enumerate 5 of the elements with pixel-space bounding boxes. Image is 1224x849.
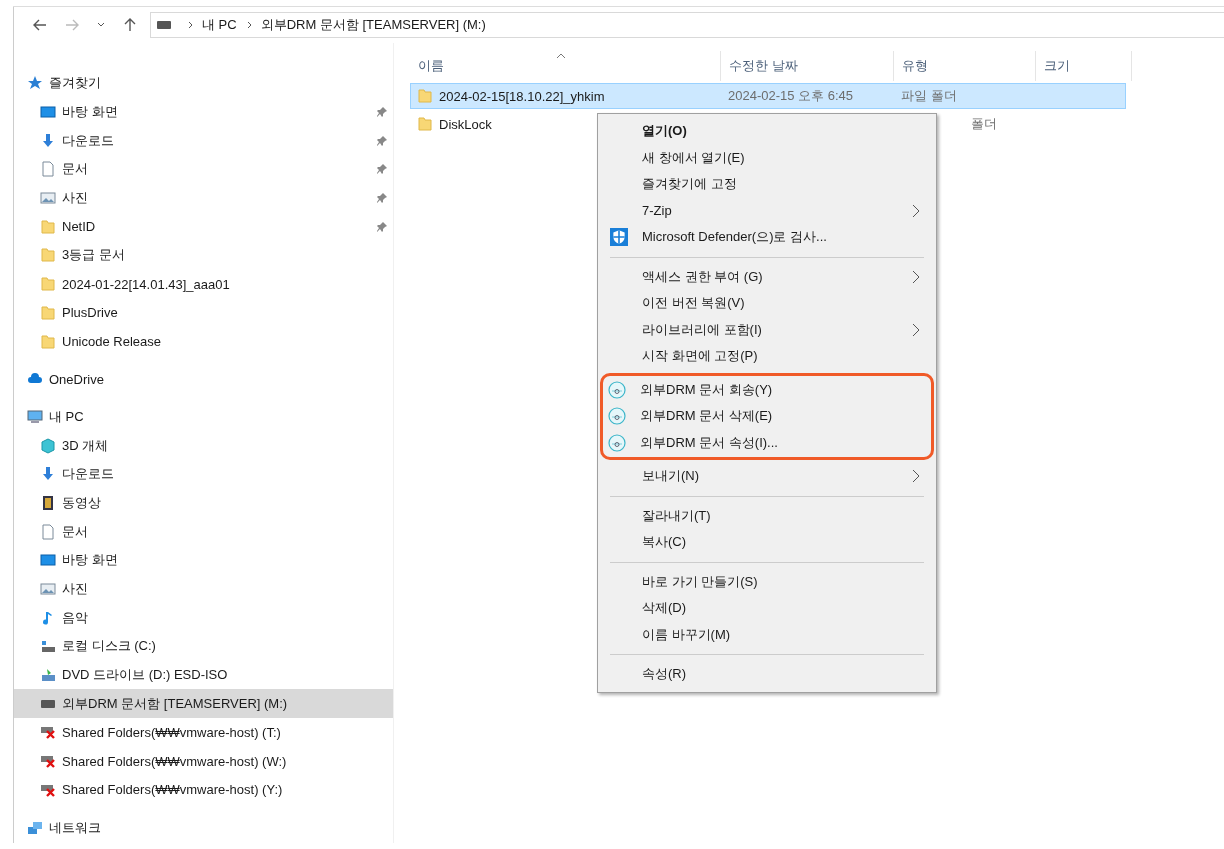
file-name: DiskLock <box>439 116 492 132</box>
file-type: 폴더 <box>971 115 997 133</box>
modified-date: 2024-02-15 오후 6:45 <box>728 87 854 105</box>
file-type: 파일 폴더 <box>901 87 957 105</box>
file-name: 2024-02-15[18.10.22]_yhkim <box>439 88 605 104</box>
